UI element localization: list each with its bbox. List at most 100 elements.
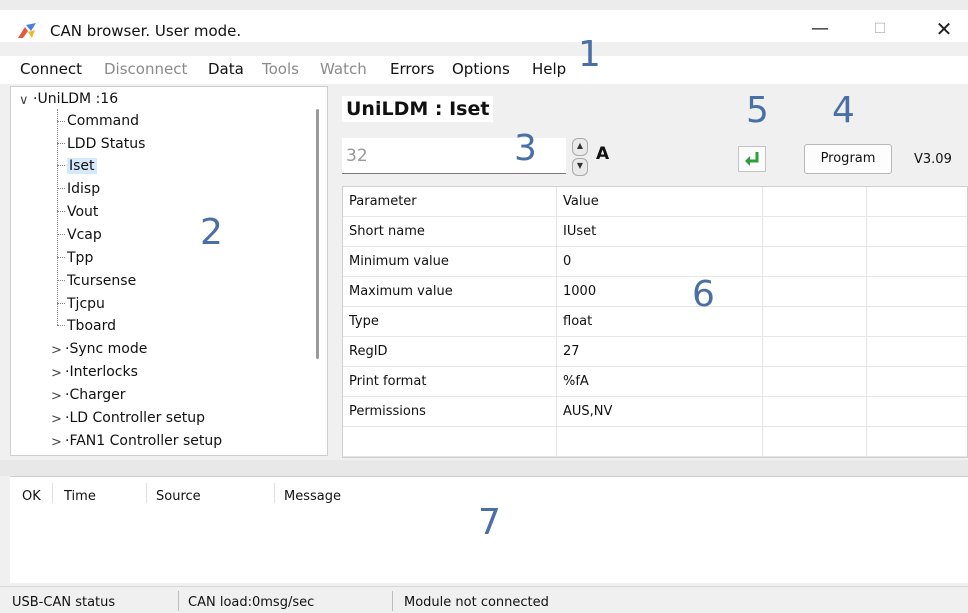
apply-button[interactable] xyxy=(738,146,766,172)
value-spinner[interactable]: ▲ ▼ xyxy=(572,138,588,176)
grid-cell-empty xyxy=(763,217,867,247)
tree-root[interactable]: ·UniLDM :16 xyxy=(33,91,118,107)
callout-3: 3 xyxy=(514,128,537,169)
log-header-ok[interactable]: OK xyxy=(22,489,41,504)
grid-row[interactable]: RegID 27 xyxy=(343,337,967,367)
tree-item-tpp[interactable]: Tpp xyxy=(67,250,93,266)
minimize-button[interactable]: — xyxy=(800,16,840,42)
tree-group-ld-controller[interactable]: ·LD Controller setup xyxy=(65,410,205,426)
status-bar: USB-CAN status CAN load:0msg/sec Module … xyxy=(0,586,968,613)
grid-cell-param: Short name xyxy=(343,217,557,247)
grid-header-parameter: Parameter xyxy=(343,187,557,217)
tree-item-tjcpu[interactable]: Tjcpu xyxy=(67,296,105,312)
tree-root-label: UniLDM :16 xyxy=(37,91,119,107)
maximize-button[interactable]: ☐ xyxy=(860,16,900,42)
grid-cell-value: 0 xyxy=(557,247,763,277)
chevron-right-icon[interactable]: > xyxy=(51,412,62,427)
grid-cell-empty xyxy=(343,427,557,457)
grid-cell-param: Maximum value xyxy=(343,277,557,307)
grid-cell-param: Minimum value xyxy=(343,247,557,277)
grid-cell-empty xyxy=(867,337,967,367)
grid-cell-empty xyxy=(763,337,867,367)
tree-item-command[interactable]: Command xyxy=(67,113,139,129)
grid-row[interactable]: Print format %fA xyxy=(343,367,967,397)
menu-watch[interactable]: Watch xyxy=(320,60,367,78)
log-header-message[interactable]: Message xyxy=(284,489,341,504)
grid-cell-param: Permissions xyxy=(343,397,557,427)
tree-item-vout[interactable]: Vout xyxy=(67,204,98,220)
callout-1: 1 xyxy=(578,34,601,75)
grid-cell-empty xyxy=(867,277,967,307)
chevron-right-icon[interactable]: > xyxy=(51,435,62,450)
can-load-status: CAN load:0msg/sec xyxy=(188,595,315,610)
grid-cell-value: %fA xyxy=(557,367,763,397)
grid-cell-empty xyxy=(867,247,967,277)
grid-row[interactable] xyxy=(343,427,967,457)
grid-cell-empty xyxy=(763,187,867,217)
menu-disconnect[interactable]: Disconnect xyxy=(104,60,187,78)
log-column-divider[interactable] xyxy=(52,483,53,503)
tree-item-vcap[interactable]: Vcap xyxy=(67,227,102,243)
grid-cell-param: Print format xyxy=(343,367,557,397)
tree-group-sync-mode[interactable]: ·Sync mode xyxy=(65,341,147,357)
value-unit: A xyxy=(596,144,610,164)
status-divider xyxy=(392,591,393,611)
tree-item-tboard[interactable]: Tboard xyxy=(67,318,116,334)
menu-data[interactable]: Data xyxy=(208,60,244,78)
tree-item-idisp[interactable]: Idisp xyxy=(67,181,100,197)
tree-item-ldd-status[interactable]: LDD Status xyxy=(67,136,145,152)
callout-5: 5 xyxy=(746,90,769,131)
log-column-divider[interactable] xyxy=(146,483,147,503)
log-column-divider[interactable] xyxy=(274,483,275,503)
grid-header-value: Value xyxy=(557,187,763,217)
tree-item-iset[interactable]: Iset xyxy=(67,158,97,174)
grid-cell-empty xyxy=(867,367,967,397)
module-tree[interactable]: ∨ ·UniLDM :16 Command LDD Status Iset Id… xyxy=(10,86,328,456)
grid-cell-empty xyxy=(557,427,763,457)
chevron-right-icon[interactable]: > xyxy=(51,389,62,404)
menu-errors[interactable]: Errors xyxy=(390,60,434,78)
log-header-source[interactable]: Source xyxy=(156,489,201,504)
program-button[interactable]: Program xyxy=(804,144,892,174)
spin-down-icon[interactable]: ▼ xyxy=(572,158,588,176)
close-button[interactable]: ✕ xyxy=(924,16,964,42)
chevron-right-icon[interactable]: > xyxy=(51,366,62,381)
chevron-right-icon[interactable]: > xyxy=(51,343,62,358)
grid-cell-empty xyxy=(867,217,967,247)
title-bar: CAN browser. User mode. — ☐ ✕ xyxy=(0,0,968,42)
menu-options[interactable]: Options xyxy=(452,60,510,78)
panel-splitter[interactable] xyxy=(0,460,968,476)
parameter-grid: Parameter Value Short name IUset Minimum… xyxy=(342,186,968,458)
tree-connector xyxy=(57,257,65,258)
grid-cell-value: IUset xyxy=(557,217,763,247)
tree-scrollbar[interactable] xyxy=(316,109,319,359)
tree-group-fan1-controller[interactable]: ·FAN1 Controller setup xyxy=(65,433,222,449)
tree-group-interlocks[interactable]: ·Interlocks xyxy=(65,364,138,380)
callout-4: 4 xyxy=(832,90,855,131)
callout-6: 6 xyxy=(692,274,715,315)
grid-cell-empty xyxy=(763,307,867,337)
grid-row[interactable]: Short name IUset xyxy=(343,217,967,247)
grid-row[interactable]: Type float xyxy=(343,307,967,337)
grid-cell-empty xyxy=(763,277,867,307)
grid-row[interactable]: Maximum value 1000 xyxy=(343,277,967,307)
grid-cell-param: RegID xyxy=(343,337,557,367)
chevron-down-icon[interactable]: ∨ xyxy=(19,93,29,108)
module-status: Module not connected xyxy=(404,595,549,610)
tree-group-label: LD Controller setup xyxy=(69,410,205,426)
status-divider xyxy=(178,591,179,611)
tree-group-charger[interactable]: ·Charger xyxy=(65,387,125,403)
spin-up-icon[interactable]: ▲ xyxy=(572,138,588,156)
grid-row[interactable]: Permissions AUS,NV xyxy=(343,397,967,427)
menu-help[interactable]: Help xyxy=(532,60,566,78)
tree-connector xyxy=(57,165,65,166)
menu-tools[interactable]: Tools xyxy=(262,60,299,78)
grid-cell-empty xyxy=(763,397,867,427)
enter-icon xyxy=(745,152,759,166)
log-header-time[interactable]: Time xyxy=(64,489,96,504)
menu-connect[interactable]: Connect xyxy=(20,60,82,78)
tree-group-label: Charger xyxy=(69,387,126,403)
grid-row[interactable]: Minimum value 0 xyxy=(343,247,967,277)
grid-cell-value: 27 xyxy=(557,337,763,367)
tree-item-tcursense[interactable]: Tcursense xyxy=(67,273,136,289)
